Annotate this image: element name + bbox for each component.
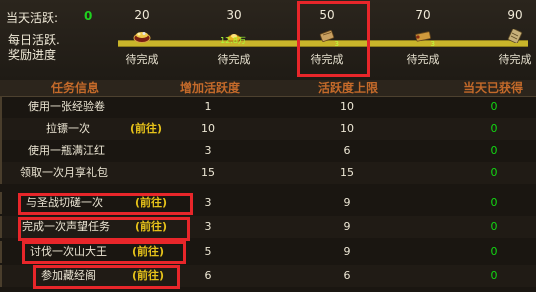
add-activity-value: 15 — [201, 166, 215, 179]
milestone-90[interactable]: 90 待完成 — [485, 8, 536, 67]
task-name: 使用一张经验卷 — [28, 100, 105, 113]
milestone-value: 20 — [134, 8, 150, 22]
milestone-status: 待完成 — [406, 53, 440, 66]
header-today-obtained: 当天已获得 — [462, 81, 523, 95]
item-count: 3 — [430, 40, 435, 48]
add-activity-value: 3 — [204, 220, 212, 233]
header-task-info: 任务信息 — [50, 81, 99, 95]
add-activity-value: 3 — [204, 144, 212, 157]
milestone-status: 待完成 — [125, 53, 159, 66]
daily-label-line2: 奖励进度 — [8, 48, 57, 62]
obtained-value: 0 — [490, 245, 498, 258]
table-row: 拉镖一次 (前往) 10 10 0 — [0, 118, 536, 140]
task-name: 领取一次月享礼包 — [20, 166, 108, 179]
table-row: 使用一瓶满江红 3 6 0 — [0, 140, 536, 162]
obtained-value: 0 — [490, 220, 498, 233]
today-activity-label: 当天活跃: — [6, 11, 59, 25]
milestone-status: 待完成 — [217, 53, 251, 66]
highlight-box — [22, 241, 186, 264]
add-activity-value: 5 — [204, 245, 212, 258]
table-row: 领取一次月享礼包 15 15 0 — [0, 162, 536, 184]
row-divider — [0, 140, 2, 162]
activity-limit-value: 6 — [343, 269, 351, 282]
task-name: 使用一瓶满江红 — [28, 144, 105, 157]
activity-task-table: 任务信息 增加活跃度 活跃度上限 当天已获得 使用一张经验卷 1 10 0 拉镖… — [0, 80, 536, 292]
activity-limit-value: 6 — [343, 144, 351, 157]
activity-limit-value: 9 — [343, 245, 351, 258]
obtained-value: 0 — [490, 196, 498, 209]
scroll-bundle-icon[interactable] — [506, 29, 524, 45]
activity-limit-value: 10 — [340, 122, 354, 135]
activity-limit-value: 9 — [343, 196, 351, 209]
row-divider — [0, 118, 2, 140]
milestone-value: 90 — [507, 8, 523, 22]
highlight-box — [33, 265, 180, 289]
table-row: 使用一张经验卷 1 10 0 — [0, 96, 536, 118]
highlight-box — [18, 193, 193, 215]
add-activity-value: 1 — [204, 100, 212, 113]
obtained-value: 0 — [490, 166, 498, 179]
milestone-20[interactable]: 20 待完成 — [112, 8, 172, 67]
row-divider — [0, 192, 2, 214]
scroll-icon[interactable]: 3 — [414, 29, 435, 48]
daily-reward-progress-label: 每日活跃. 奖励进度 — [8, 33, 60, 63]
milestone-value: 70 — [415, 8, 431, 22]
goto-link[interactable]: (前往) — [130, 118, 162, 140]
task-name: 拉镖一次 — [46, 122, 90, 135]
obtained-value: 0 — [490, 122, 498, 135]
milestone-status: 待完成 — [498, 53, 532, 66]
row-divider — [0, 241, 2, 263]
treasure-bowl-icon[interactable] — [133, 29, 151, 45]
add-activity-value: 10 — [201, 122, 215, 135]
milestone-value: 30 — [226, 8, 242, 22]
activity-limit-value: 15 — [340, 166, 354, 179]
today-activity-value: 0 — [84, 9, 93, 23]
activity-limit-value: 10 — [340, 100, 354, 113]
highlight-box — [18, 217, 190, 241]
highlight-box — [297, 1, 370, 77]
row-divider — [0, 216, 2, 238]
table-header: 任务信息 增加活跃度 活跃度上限 当天已获得 — [0, 80, 536, 97]
obtained-value: 0 — [490, 269, 498, 282]
activity-reward-panel: 当天活跃: 0 每日活跃. 奖励进度 20 待完成 30 12.8万 待完成 5… — [0, 0, 536, 81]
obtained-value: 0 — [490, 100, 498, 113]
obtained-value: 0 — [490, 144, 498, 157]
header-activity-limit: 活跃度上限 — [317, 81, 378, 95]
row-divider — [0, 162, 2, 184]
header-add-activity: 增加活跃度 — [179, 81, 240, 95]
gold-ingot-icon[interactable]: 12.8万 — [220, 29, 246, 45]
milestone-30[interactable]: 30 12.8万 待完成 — [204, 8, 264, 67]
activity-limit-value: 9 — [343, 220, 351, 233]
daily-label-line1: 每日活跃. — [8, 33, 60, 47]
add-activity-value: 6 — [204, 269, 212, 282]
row-divider — [0, 265, 2, 287]
milestone-70[interactable]: 70 3 待完成 — [393, 8, 453, 67]
row-divider — [0, 96, 2, 118]
gold-amount-text: 12.8万 — [220, 36, 246, 45]
